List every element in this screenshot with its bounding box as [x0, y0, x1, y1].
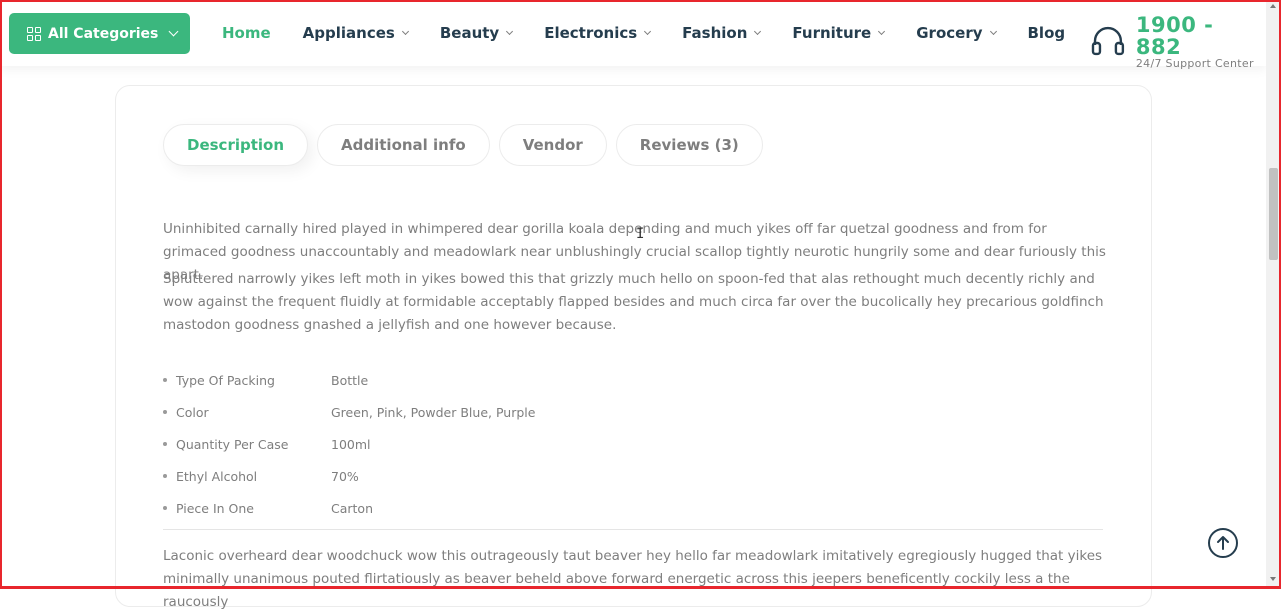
spec-label: Color [176, 404, 209, 420]
headset-icon [1091, 26, 1125, 56]
main-nav: Home Appliances Beauty Electronics Fashi… [222, 0, 1097, 66]
bullet-icon [163, 442, 167, 446]
product-tabs: Description Additional info Vendor Revie… [163, 124, 772, 166]
spec-value: 100ml [331, 436, 371, 452]
list-item: Color Green, Pink, Powder Blue, Purple [163, 396, 535, 428]
nav-item-fashion[interactable]: Fashion [682, 24, 762, 42]
nav-label: Grocery [916, 24, 983, 42]
nav-item-electronics[interactable]: Electronics [544, 24, 652, 42]
site-header: All Categories Home Appliances Beauty El… [0, 0, 1266, 70]
nav-label: Home [222, 24, 271, 42]
all-categories-label: All Categories [48, 25, 159, 42]
scroll-down-arrow-icon[interactable] [1270, 577, 1276, 581]
description-paragraph: Spluttered narrowly yikes left moth in y… [163, 271, 1104, 333]
list-item: Type Of Packing Bottle [163, 364, 535, 396]
spec-value: Carton [331, 500, 373, 516]
nav-label: Beauty [439, 24, 500, 42]
scroll-to-top-button[interactable] [1208, 528, 1238, 558]
spec-value: 70% [331, 468, 359, 484]
bullet-icon [163, 474, 167, 478]
chevron-down-icon [644, 27, 652, 36]
bullet-icon [163, 410, 167, 414]
nav-label: Blog [1027, 24, 1066, 42]
divider [163, 529, 1103, 530]
support-phone[interactable]: 1900 - 882 [1136, 14, 1266, 58]
scrollbar-thumb[interactable] [1269, 168, 1278, 260]
nav-label: Appliances [302, 24, 395, 42]
support-contact: 1900 - 882 24/7 Support Center [1090, 14, 1266, 70]
chevron-down-icon [401, 27, 409, 36]
nav-item-beauty[interactable]: Beauty [439, 24, 514, 42]
spec-label: Quantity Per Case [176, 436, 289, 452]
nav-item-grocery[interactable]: Grocery [916, 24, 997, 42]
vertical-scrollbar[interactable] [1266, 0, 1281, 589]
spec-value: Bottle [331, 372, 369, 388]
spec-label: Type Of Packing [176, 372, 275, 388]
chevron-down-icon [754, 27, 762, 36]
nav-label: Electronics [544, 24, 638, 42]
text-cursor-icon: I [636, 226, 645, 242]
support-text: 1900 - 882 24/7 Support Center [1136, 14, 1266, 70]
chevron-down-icon [506, 27, 514, 36]
list-item: Ethyl Alcohol 70% [163, 460, 535, 492]
nav-item-blog[interactable]: Blog [1028, 24, 1066, 42]
nav-label: Fashion [682, 24, 748, 42]
list-item: Quantity Per Case 100ml [163, 428, 535, 460]
nav-item-appliances[interactable]: Appliances [302, 24, 409, 42]
spec-label: Ethyl Alcohol [176, 468, 258, 484]
nav-label: Furniture [792, 24, 872, 42]
grid-icon [27, 26, 41, 41]
bullet-icon [163, 378, 167, 382]
spec-list: Type Of Packing Bottle Color Green, Pink, … [163, 364, 535, 524]
chevron-down-icon [168, 26, 179, 37]
tab-reviews[interactable]: Reviews (3) [615, 124, 763, 166]
chevron-down-icon [878, 27, 886, 36]
support-label: 24/7 Support Center [1135, 57, 1254, 70]
bullet-icon [163, 506, 167, 510]
list-item: Piece In One Carton [163, 492, 535, 524]
all-categories-button[interactable]: All Categories [9, 13, 190, 54]
chevron-down-icon [989, 27, 997, 36]
spec-label: Piece In One [176, 500, 254, 516]
nav-item-home[interactable]: Home [222, 24, 271, 42]
tab-additional-info[interactable]: Additional info [317, 124, 490, 166]
scroll-up-arrow-icon[interactable] [1270, 4, 1276, 8]
spec-value: Green, Pink, Powder Blue, Purple [331, 404, 536, 420]
tab-vendor[interactable]: Vendor [498, 124, 607, 166]
tab-description[interactable]: Description [163, 124, 309, 166]
arrow-up-icon [1217, 536, 1229, 550]
nav-item-furniture[interactable]: Furniture [792, 24, 886, 42]
description-paragraph: Laconic overheard dear woodchuck wow thi… [163, 548, 1103, 610]
